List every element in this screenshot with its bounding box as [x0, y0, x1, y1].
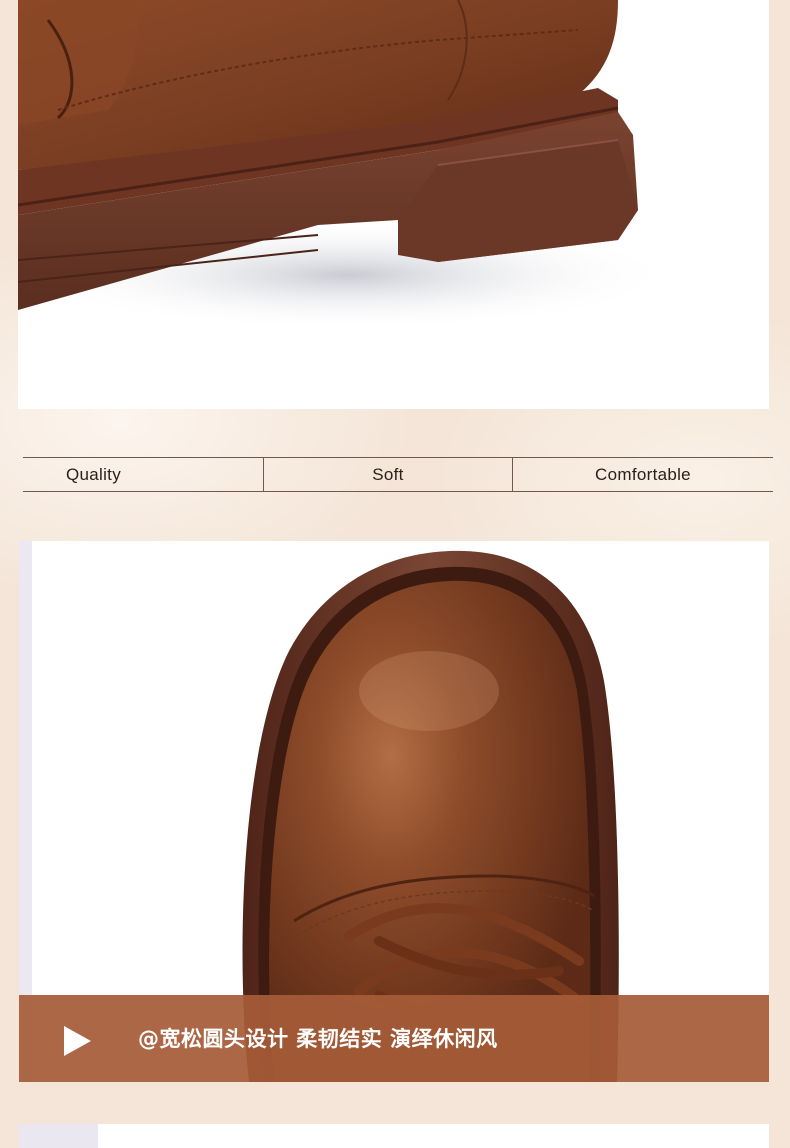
product-photo-heel [18, 0, 769, 409]
caption-text: @宽松圆头设计 柔韧结实 演绎休闲风 [138, 1027, 498, 1051]
product-photo-toe: @宽松圆头设计 柔韧结实 演绎休闲风 [19, 541, 769, 1082]
feature-soft: Soft [264, 458, 513, 491]
product-photo-next [19, 1124, 769, 1148]
caption-bar: @宽松圆头设计 柔韧结实 演绎休闲风 [19, 995, 769, 1082]
feature-comfortable: Comfortable [595, 464, 691, 484]
play-icon[interactable] [64, 1026, 91, 1056]
feature-quality: Quality [23, 458, 264, 491]
feature-table: Quality Soft Comfortable [23, 457, 773, 492]
